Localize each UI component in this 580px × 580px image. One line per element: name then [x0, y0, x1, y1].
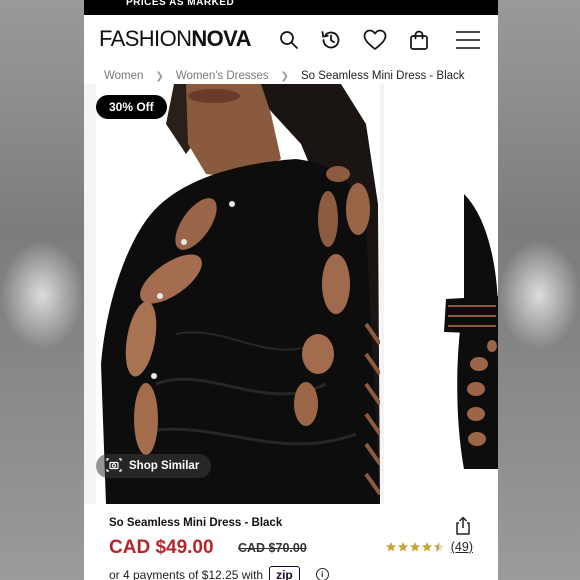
zip-logo[interactable]: zip	[269, 566, 300, 580]
breadcrumb-item-current: So Seamless Mini Dress - Black	[300, 70, 465, 82]
rating-stars	[385, 541, 445, 553]
product-name: So Seamless Mini Dress - Black	[109, 517, 283, 529]
sale-price: CAD $49.00	[109, 537, 214, 558]
bag-icon[interactable]	[406, 27, 432, 53]
star-icon	[385, 542, 396, 552]
star-half-icon	[433, 542, 444, 552]
breadcrumb-item-women[interactable]: Women	[104, 70, 143, 82]
rating-count[interactable]: (49)	[451, 540, 473, 554]
star-icon	[421, 542, 432, 552]
info-icon[interactable]: i	[315, 568, 329, 580]
promo-bar: PRICES AS MARKED	[84, 0, 498, 15]
logo[interactable]: FASHIONNOVA	[99, 26, 252, 52]
menu-icon[interactable]	[454, 27, 482, 53]
search-icon[interactable]	[276, 27, 302, 53]
original-price: CAD $70.00	[238, 541, 307, 555]
star-icon	[397, 542, 408, 552]
history-icon[interactable]	[318, 27, 344, 53]
background-left	[0, 0, 84, 580]
discount-badge: 30% Off	[96, 95, 167, 119]
product-info: So Seamless Mini Dress - Black CAD $49.0…	[84, 504, 498, 580]
camera-icon	[106, 457, 122, 475]
share-icon[interactable]	[454, 516, 472, 536]
logo-thin: FASHION	[99, 26, 192, 51]
installments: or 4 payments of $12.25 with zip i	[109, 566, 329, 580]
installments-text: or 4 payments of $12.25 with	[109, 567, 264, 580]
breadcrumb-item-womens-dresses[interactable]: Women's Dresses	[176, 70, 269, 82]
product-image-secondary[interactable]	[384, 84, 498, 504]
shop-similar-button[interactable]: Shop Similar	[96, 454, 212, 478]
rating[interactable]: (49)	[385, 540, 473, 554]
heart-icon[interactable]	[362, 27, 388, 53]
logo-bold: NOVA	[191, 26, 251, 51]
product-image-main[interactable]	[96, 84, 380, 504]
chevron-right-icon: ❯	[155, 70, 164, 82]
chevron-right-icon: ❯	[280, 70, 289, 82]
product-page: PRICES AS MARKED FASHIONNOVA Women ❯ Wom…	[84, 0, 498, 580]
promo-text: PRICES AS MARKED	[126, 0, 235, 8]
shop-similar-label: Shop Similar	[129, 460, 200, 472]
star-icon	[409, 542, 420, 552]
product-gallery[interactable]: 30% Off Shop Similar	[84, 84, 498, 504]
background-right	[498, 0, 580, 580]
site-header: FASHIONNOVA	[84, 15, 498, 65]
